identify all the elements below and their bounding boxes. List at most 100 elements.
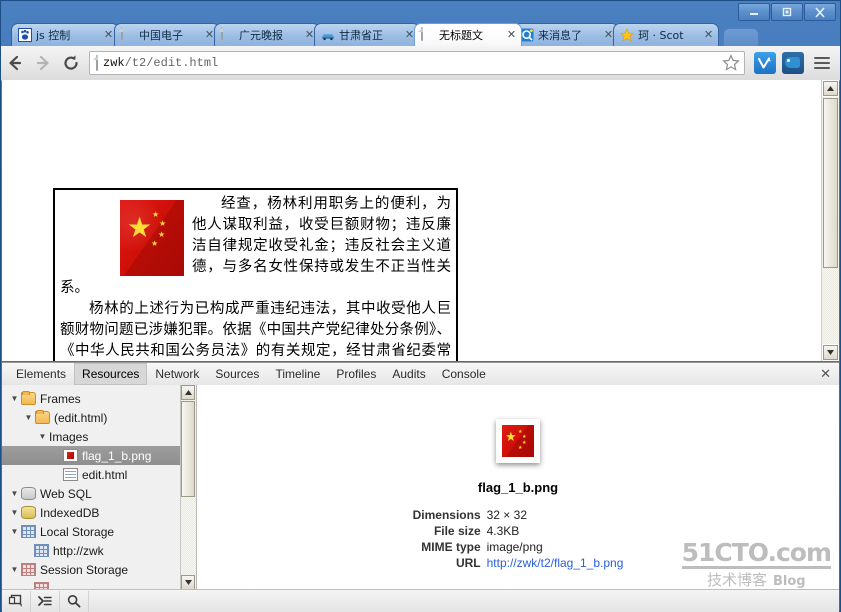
page-content: ★ ★ ★ ★ ★ 经查，杨林利用职务上的便利，为他人谋取利益，收受巨额财物；违…	[2, 80, 822, 361]
devtools-tab-audits[interactable]: Audits	[384, 363, 433, 385]
car-icon	[321, 28, 335, 42]
v-extension-icon[interactable]	[754, 52, 776, 74]
qq-icon	[520, 28, 534, 42]
new-tab-button[interactable]	[723, 28, 759, 46]
devtools-tab-profiles[interactable]: Profiles	[328, 363, 384, 385]
scroll-down-button[interactable]	[823, 345, 838, 360]
tab-close-4[interactable]: ✕	[506, 29, 517, 41]
metadata-row-file-size: File size 4.3KB	[413, 523, 624, 539]
maximize-button[interactable]	[771, 3, 803, 21]
tab-label-1: 中国电子	[139, 29, 183, 42]
tree-label: Frames	[40, 391, 81, 406]
browser-tab-4-active[interactable]: 无标题文 ✕	[414, 23, 522, 46]
metadata-url-link[interactable]: http://zwk/t2/flag_1_b.png	[487, 555, 624, 571]
tree-label: Session Storage	[40, 562, 129, 577]
page-icon	[121, 27, 135, 42]
grid-blue-icon	[34, 544, 49, 557]
tree-item-local-storage[interactable]: ▼ Local Storage	[2, 522, 196, 541]
watermark-sub-en: Blog	[772, 574, 806, 589]
tree-item-flag-png[interactable]: flag_1_b.png	[2, 446, 196, 465]
tree-item-web-sql[interactable]: ▼ Web SQL	[2, 484, 196, 503]
devtools-tab-network[interactable]: Network	[147, 363, 207, 385]
metadata-key: URL	[455, 556, 481, 570]
tree-item-edit-html-frame[interactable]: ▼ (edit.html)	[2, 408, 196, 427]
chevron-down-icon[interactable]: ▼	[8, 508, 21, 517]
sidebar-vertical-scrollbar[interactable]	[180, 385, 196, 590]
devtools-panel: Elements Resources Network Sources Timel…	[2, 362, 839, 612]
metadata-value: image/png	[486, 540, 543, 554]
chevron-down-icon[interactable]: ▼	[8, 527, 21, 536]
sidebar-scroll-down-button[interactable]	[181, 575, 195, 590]
devtools-body: ▼ Frames ▼ (edit.html) ▼ Images flag_1_b…	[2, 385, 839, 590]
search-icon[interactable]	[60, 590, 89, 612]
sidebar-scroll-up-button[interactable]	[181, 385, 195, 400]
tab-label-0: js 控制	[36, 29, 71, 42]
chevron-down-icon[interactable]: ▼	[8, 394, 21, 403]
tree-label: Web SQL	[40, 486, 92, 501]
tree-item-indexeddb[interactable]: ▼ IndexedDB	[2, 503, 196, 522]
metadata-row-mime-type: MIME type image/png	[413, 539, 624, 555]
scrollbar-thumb[interactable]	[823, 98, 838, 268]
hamburger-menu-icon[interactable]	[810, 51, 834, 75]
watermark-sub: 技术博客 Blog	[682, 573, 831, 589]
flag-big-star-icon: ★	[505, 429, 517, 444]
tree-item-local-storage-origin[interactable]: http://zwk	[2, 541, 196, 560]
html-file-icon	[63, 468, 78, 481]
tree-label: Local Storage	[40, 524, 115, 539]
tab-close-0[interactable]: ✕	[103, 29, 114, 41]
china-flag-thumbnail: ★ ★ ★ ★ ★	[502, 425, 534, 457]
sidebar-scrollbar-thumb[interactable]	[181, 401, 195, 497]
scroll-up-button[interactable]	[823, 81, 838, 96]
tree-item-images[interactable]: ▼ Images	[2, 427, 196, 446]
back-button[interactable]	[1, 49, 29, 77]
folder-icon	[21, 391, 36, 405]
devtools-tab-elements[interactable]: Elements	[8, 363, 74, 385]
browser-tab-0[interactable]: js 控制 ✕	[11, 23, 119, 46]
browser-toolbar: zwk/t2/edit.html	[1, 46, 840, 81]
folder-icon	[35, 410, 50, 424]
browser-tab-6[interactable]: 珂 · Scot ✕	[613, 23, 719, 46]
address-bar[interactable]: zwk/t2/edit.html	[89, 51, 745, 75]
dock-toggle-button[interactable]	[2, 590, 31, 612]
star-icon	[620, 28, 634, 42]
browser-window: js 控制 ✕ 中国电子 ✕ 广元晚报 ✕ 甘肃省正 ✕ 无标题文 ✕ 来消息了…	[0, 0, 841, 612]
close-button[interactable]	[804, 3, 836, 21]
console-drawer-button[interactable]	[31, 590, 60, 612]
forward-button[interactable]	[29, 49, 57, 77]
tree-label: Images	[49, 429, 89, 444]
chevron-down-icon[interactable]: ▼	[8, 565, 21, 574]
resource-filename: flag_1_b.png	[477, 480, 559, 495]
image-thumbnail-frame: ★ ★ ★ ★ ★	[496, 419, 540, 463]
devtools-status-bar	[2, 589, 839, 612]
devtools-tab-bar: Elements Resources Network Sources Timel…	[2, 363, 839, 386]
browser-tab-1[interactable]: 中国电子 ✕	[114, 23, 220, 46]
tree-item-session-storage[interactable]: ▼ Session Storage	[2, 560, 196, 579]
devtools-close-icon[interactable]: ✕	[820, 363, 831, 385]
tab-label-6: 珂 · Scot	[638, 29, 684, 42]
page-icon	[421, 27, 435, 42]
browser-tab-3[interactable]: 甘肃省正 ✕	[314, 23, 420, 46]
devtools-tab-sources[interactable]: Sources	[207, 363, 267, 385]
devtools-tab-console[interactable]: Console	[434, 363, 494, 385]
browser-tab-2[interactable]: 广元晚报 ✕	[214, 23, 320, 46]
tab-label-3: 甘肃省正	[339, 29, 383, 42]
chevron-down-icon[interactable]: ▼	[22, 413, 35, 422]
reload-button[interactable]	[57, 49, 85, 77]
metadata-value: 4.3KB	[486, 524, 520, 538]
metadata-row-url: URL http://zwk/t2/flag_1_b.png	[413, 555, 624, 571]
chevron-down-icon[interactable]: ▼	[36, 432, 49, 441]
china-flag-image: ★ ★ ★ ★ ★	[120, 200, 184, 276]
article-box: ★ ★ ★ ★ ★ 经查，杨林利用职务上的便利，为他人谋取利益，收受巨额财物；违…	[53, 188, 458, 361]
bookmark-star-icon[interactable]	[722, 54, 740, 72]
tree-item-frames[interactable]: ▼ Frames	[2, 389, 196, 408]
devtools-tab-timeline[interactable]: Timeline	[267, 363, 328, 385]
tab-close-6[interactable]: ✕	[703, 29, 714, 41]
chevron-down-icon[interactable]: ▼	[8, 489, 21, 498]
bird-extension-icon[interactable]	[782, 52, 804, 74]
tree-item-edit-html[interactable]: edit.html	[2, 465, 196, 484]
minimize-button[interactable]	[738, 3, 770, 21]
page-vertical-scrollbar[interactable]	[821, 80, 839, 361]
devtools-tab-resources[interactable]: Resources	[74, 363, 148, 385]
database-gold-icon	[21, 506, 36, 519]
browser-tab-5[interactable]: 来消息了 ✕	[513, 23, 619, 46]
